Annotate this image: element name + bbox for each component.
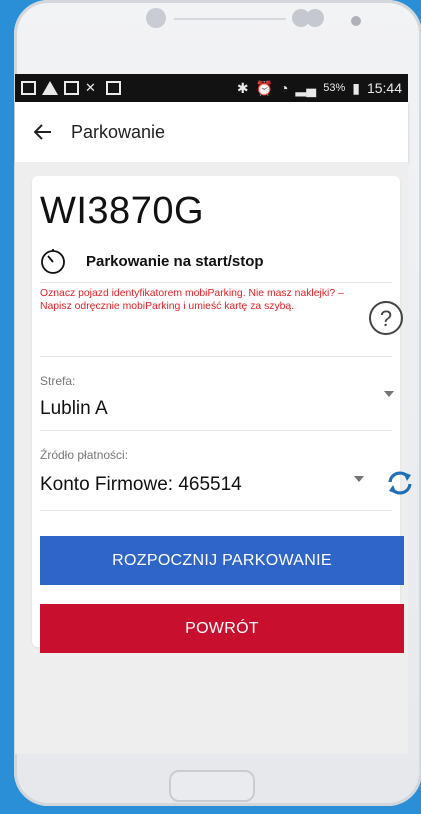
- front-camera-icon: [146, 8, 166, 28]
- payment-source-select[interactable]: Konto Firmowe: 465514: [40, 474, 242, 496]
- sticker-notice: Oznacz pojazd identyfikatorem mobiParkin…: [40, 288, 344, 312]
- clock: 15:44: [366, 80, 402, 96]
- zone-select[interactable]: Lublin A: [40, 398, 108, 420]
- battery-percent: 53%: [323, 82, 346, 94]
- signal-icon: ▂▄: [295, 79, 317, 96]
- start-parking-button[interactable]: ROZPOCZNIJ PARKOWANIE: [40, 536, 404, 585]
- home-button[interactable]: [169, 770, 255, 802]
- divider: [40, 430, 392, 431]
- zone-dropdown-arrow-icon[interactable]: [384, 391, 394, 397]
- phone-bottom-bezel: [14, 754, 421, 806]
- payment-source-label: Źródło płatności:: [40, 448, 129, 462]
- system-status: ✱ ⏰ ◔ ▂▄ 53% ▮ 15:44: [237, 80, 408, 97]
- notification-icons: ✕: [15, 81, 121, 95]
- wifi-icon: ◔: [280, 80, 289, 96]
- license-plate: WI3870G: [40, 190, 205, 232]
- sensor-icon: [306, 9, 324, 27]
- phone-top-bezel: [14, 0, 421, 74]
- battery-icon: ▮: [352, 79, 360, 96]
- page-title: Parkowanie: [71, 121, 166, 142]
- svg-text:?: ?: [380, 306, 392, 331]
- main-content: WI3870G Parkowanie na start/stop Oznacz …: [15, 162, 412, 754]
- payment-dropdown-arrow-icon[interactable]: [354, 476, 364, 482]
- status-bar: ✕ ✱ ⏰ ◔ ▂▄ 53% ▮ 15:44: [15, 74, 408, 102]
- bluetooth-icon: ✱: [236, 79, 249, 96]
- speaker-grille: [174, 18, 286, 20]
- refresh-icon[interactable]: [386, 469, 414, 497]
- mail-notification-icon: [106, 81, 121, 95]
- parking-card: WI3870G Parkowanie na start/stop Oznacz …: [32, 176, 412, 653]
- back-arrow-icon[interactable]: [21, 102, 65, 162]
- alarm-icon: ⏰: [255, 79, 274, 96]
- missed-call-icon: ✕: [85, 80, 96, 95]
- help-icon[interactable]: ?: [368, 300, 404, 336]
- app-bar: Parkowanie: [15, 102, 408, 162]
- proximity-sensor-icon: [351, 16, 361, 26]
- parking-mode-row: Parkowanie na start/stop: [40, 248, 264, 274]
- warning-notification-icon: [42, 81, 58, 95]
- parking-mode-label: Parkowanie na start/stop: [86, 252, 264, 270]
- gallery-notification-icon: [21, 81, 36, 95]
- divider: [40, 282, 392, 283]
- divider: [40, 356, 392, 357]
- zone-label: Strefa:: [40, 374, 76, 388]
- divider: [40, 510, 392, 511]
- image-notification-icon: [64, 81, 79, 95]
- back-button[interactable]: POWRÓT: [40, 604, 404, 653]
- stopwatch-icon: [41, 249, 65, 274]
